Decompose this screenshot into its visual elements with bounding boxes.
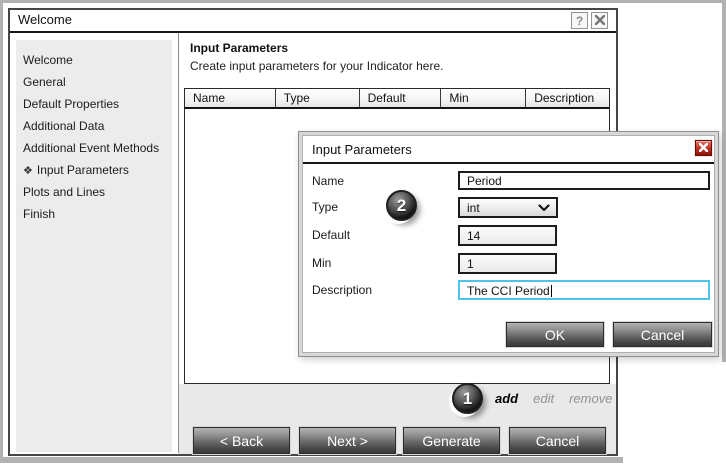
sidebar-item-label: Welcome <box>23 53 73 67</box>
sidebar-item-label: Additional Event Methods <box>23 141 159 155</box>
description-field[interactable]: The CCI Period <box>458 280 710 300</box>
column-header-min[interactable]: Min <box>441 89 526 107</box>
sidebar-item-label: Additional Data <box>23 119 104 133</box>
dialog-cancel-button[interactable]: Cancel <box>613 322 712 347</box>
sidebar-item-label: Finish <box>23 207 55 221</box>
description-label: Description <box>312 283 372 297</box>
table-header-row: Name Type Default Min Description <box>185 89 609 109</box>
screenshot-canvas: Welcome ? Welcome General Default Proper… <box>0 0 726 468</box>
table-action-links: add edit remove <box>495 391 612 406</box>
cancel-button[interactable]: Cancel <box>509 427 606 454</box>
window-title: Welcome <box>18 12 72 27</box>
next-button[interactable]: Next > <box>299 427 396 454</box>
dialog-close-button[interactable] <box>695 140 712 156</box>
type-label: Type <box>312 200 338 214</box>
page-heading: Input Parameters <box>190 41 288 55</box>
sidebar-item-input-parameters[interactable]: ❖ Input Parameters <box>16 159 172 181</box>
doc-frame-right <box>722 0 726 362</box>
dialog-body: Input Parameters Name Type int Default M… <box>302 135 715 353</box>
callout-1-badge: 1 <box>452 383 483 414</box>
sidebar-item-label: Plots and Lines <box>23 185 105 199</box>
description-value: The CCI Period <box>467 284 550 298</box>
callout-2-badge: 2 <box>386 190 417 221</box>
name-label: Name <box>312 174 344 188</box>
window-controls: ? <box>571 12 608 29</box>
doc-frame-top <box>0 0 726 3</box>
remove-link[interactable]: remove <box>569 391 612 406</box>
dialog-title: Input Parameters <box>312 142 412 157</box>
sidebar-item-additional-data[interactable]: Additional Data <box>16 115 172 137</box>
edit-link[interactable]: edit <box>533 391 554 406</box>
help-button[interactable]: ? <box>571 12 588 29</box>
text-caret <box>551 285 552 297</box>
sidebar-item-default-properties[interactable]: Default Properties <box>16 93 172 115</box>
dialog-title-separator <box>303 162 714 164</box>
help-icon: ? <box>576 14 583 28</box>
sidebar-item-plots-and-lines[interactable]: Plots and Lines <box>16 181 172 203</box>
min-field[interactable] <box>458 253 557 274</box>
sidebar-item-general[interactable]: General <box>16 71 172 93</box>
sidebar-item-finish[interactable]: Finish <box>16 203 172 225</box>
doc-frame-bottom <box>0 457 623 463</box>
min-label: Min <box>312 256 331 270</box>
generate-button[interactable]: Generate <box>403 427 500 454</box>
column-header-description[interactable]: Description <box>526 89 609 107</box>
page-description: Create input parameters for your Indicat… <box>190 59 443 73</box>
dropdown-arrow-icon <box>538 204 550 212</box>
doc-frame-left <box>0 0 3 462</box>
name-field[interactable] <box>458 171 710 190</box>
input-parameters-dialog: Input Parameters Name Type int Default M… <box>298 131 719 357</box>
default-label: Default <box>312 228 350 242</box>
wizard-sidebar: Welcome General Default Properties Addit… <box>16 40 172 452</box>
sidebar-item-label: General <box>23 75 66 89</box>
add-link[interactable]: add <box>495 391 518 406</box>
type-dropdown[interactable]: int <box>458 197 558 218</box>
ok-button[interactable]: OK <box>506 322 604 347</box>
back-button[interactable]: < Back <box>193 427 290 454</box>
type-selected-value: int <box>467 201 480 215</box>
active-step-marker-icon: ❖ <box>23 165 33 177</box>
title-separator <box>10 31 616 33</box>
column-header-name[interactable]: Name <box>185 89 276 107</box>
sidebar-item-welcome[interactable]: Welcome <box>16 49 172 71</box>
column-header-type[interactable]: Type <box>276 89 360 107</box>
sidebar-item-additional-event-methods[interactable]: Additional Event Methods <box>16 137 172 159</box>
sidebar-item-label: Input Parameters <box>37 163 129 177</box>
close-icon <box>595 14 605 28</box>
close-button[interactable] <box>591 12 608 29</box>
sidebar-item-label: Default Properties <box>23 97 119 111</box>
default-field[interactable] <box>458 225 557 246</box>
column-header-default[interactable]: Default <box>360 89 442 107</box>
close-icon <box>699 139 708 157</box>
